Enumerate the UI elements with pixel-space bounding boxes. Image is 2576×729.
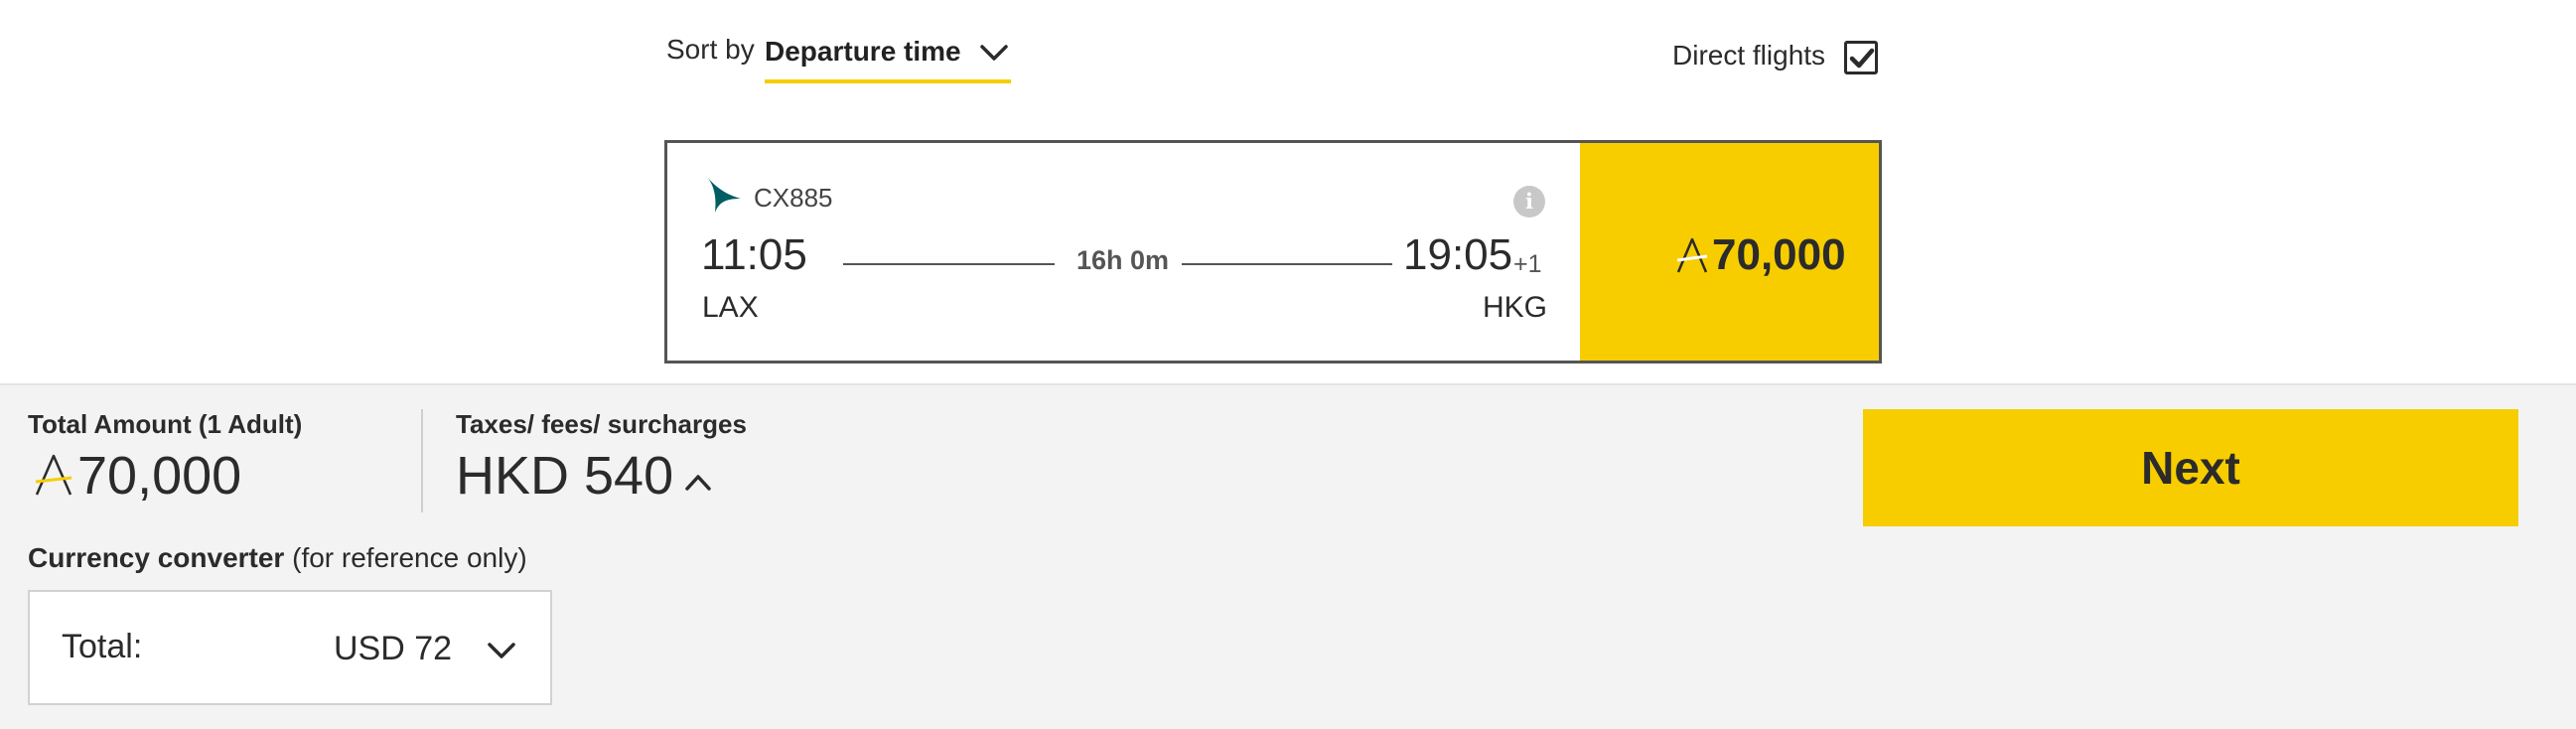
currency-converter-title: Currency converter (for reference only): [28, 542, 527, 574]
taxes-amount: HKD 540: [456, 446, 674, 506]
checkmark-icon: [1849, 48, 1875, 69]
converter-total-value: USD 72: [334, 630, 453, 667]
avios-icon: [34, 453, 73, 497]
summary-divider: [421, 409, 423, 512]
arrival-day-offset: +1: [1513, 250, 1542, 278]
arrival-time: 19:05: [1403, 230, 1513, 279]
currency-converter-dropdown[interactable]: Total: USD 72: [28, 590, 552, 705]
departure-time: 11:05: [701, 230, 807, 279]
route-line-right: [1182, 263, 1392, 265]
currency-converter-heading: Currency converter: [28, 542, 285, 573]
total-amount-value: 70,000: [77, 446, 242, 506]
flight-number: CX885: [754, 183, 833, 213]
route-line-left: [843, 263, 1055, 265]
sort-selected-value: Departure time: [765, 36, 961, 67]
sort-label: Sort by: [666, 34, 755, 65]
booking-summary-panel: Total Amount (1 Adult) 70,000 Taxes/ fee…: [0, 383, 2576, 729]
next-button[interactable]: Next: [1863, 409, 2518, 526]
converter-total-label: Total:: [62, 628, 143, 665]
direct-flights-label: Direct flights: [1672, 40, 1826, 71]
direct-flights-checkbox[interactable]: [1844, 41, 1878, 74]
arrival-airport: HKG: [1483, 291, 1548, 324]
departure-airport: LAX: [702, 291, 759, 324]
info-icon[interactable]: i: [1513, 186, 1545, 218]
chevron-down-icon: [979, 38, 1009, 68]
fare-price: 70,000: [1712, 230, 1846, 279]
chevron-down-icon: [485, 636, 518, 665]
sort-dropdown[interactable]: Departure time: [765, 30, 1011, 85]
taxes-label: Taxes/ fees/ surcharges: [456, 409, 747, 439]
fare-price-panel[interactable]: 70,000: [1580, 143, 1879, 361]
flight-card[interactable]: CX885 i 11:05 LAX 16h 0m 19:05 +1 HKG 70…: [664, 140, 1882, 364]
sort-underline: [765, 79, 1011, 83]
chevron-up-icon[interactable]: [681, 469, 715, 495]
cathay-pacific-logo-icon: [703, 173, 743, 217]
total-amount-label: Total Amount (1 Adult): [28, 409, 303, 439]
flight-duration: 16h 0m: [1076, 245, 1170, 275]
avios-icon: [1675, 236, 1709, 274]
currency-converter-note: (for reference only): [284, 542, 527, 573]
